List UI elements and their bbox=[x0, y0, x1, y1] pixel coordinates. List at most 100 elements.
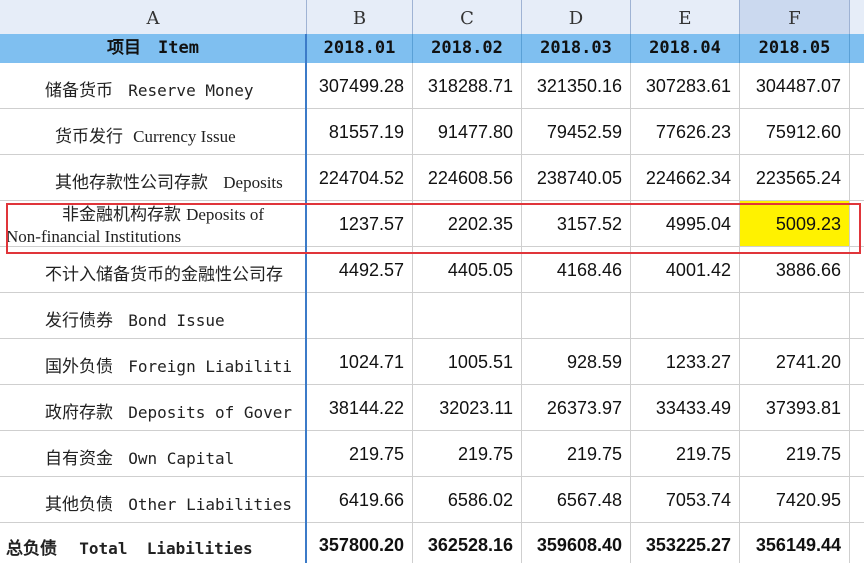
row-label-en: Total Liabilities bbox=[79, 539, 253, 558]
value-cell[interactable]: 219.75 bbox=[631, 431, 740, 476]
value-cell[interactable]: 77626.23 bbox=[631, 109, 740, 154]
value-cell[interactable]: 75912.60 bbox=[740, 109, 850, 154]
row-label-en: Bond Issue bbox=[128, 311, 225, 330]
value-cell[interactable]: 928.59 bbox=[522, 339, 631, 384]
value-cell[interactable]: 4001.42 bbox=[631, 247, 740, 292]
value-cell[interactable]: 26373.97 bbox=[522, 385, 631, 430]
value-cell[interactable] bbox=[522, 293, 631, 338]
value-cell[interactable]: 37393.81 bbox=[740, 385, 850, 430]
value-cell[interactable]: 304487.07 bbox=[740, 63, 850, 108]
row-label-cell[interactable]: 国外负债 Foreign Liabiliti bbox=[0, 339, 307, 384]
row-label-cell[interactable]: 其他存款性公司存款 Deposits bbox=[0, 155, 307, 200]
value-cell[interactable]: 362528.16 bbox=[413, 523, 522, 563]
value-cell[interactable] bbox=[631, 293, 740, 338]
table-row: 非金融机构存款 Deposits of Non-financial Instit… bbox=[0, 201, 864, 247]
value-cell[interactable]: 91477.80 bbox=[413, 109, 522, 154]
value-cell[interactable] bbox=[740, 293, 850, 338]
value-cell[interactable]: 6586.02 bbox=[413, 477, 522, 522]
table-row: 发行债券 Bond Issue bbox=[0, 293, 864, 339]
row-label-cell[interactable]: 不计入储备货币的金融性公司存 bbox=[0, 247, 307, 292]
value-cell[interactable]: 6567.48 bbox=[522, 477, 631, 522]
value-cell[interactable]: 4405.05 bbox=[413, 247, 522, 292]
value-cell[interactable]: 357800.20 bbox=[307, 523, 413, 563]
row-label-en: Foreign Liabiliti bbox=[128, 357, 293, 376]
column-header-e[interactable]: E bbox=[631, 0, 740, 34]
value-cell[interactable]: 219.75 bbox=[413, 431, 522, 476]
row-label-cell[interactable]: 政府存款 Deposits of Gover bbox=[0, 385, 307, 430]
row-label-cell[interactable]: 自有资金 Own Capital bbox=[0, 431, 307, 476]
row-label-cn: 自有资金 bbox=[45, 449, 113, 469]
table-row: 其他存款性公司存款 Deposits 224704.52 224608.56 2… bbox=[0, 155, 864, 201]
period-header-cell[interactable]: 2018.04 bbox=[631, 34, 740, 63]
value-cell[interactable]: 224704.52 bbox=[307, 155, 413, 200]
row-label-cn: 国外负债 bbox=[45, 357, 113, 377]
column-divider bbox=[305, 34, 307, 563]
highlighted-value-cell[interactable]: 5009.23 bbox=[740, 201, 850, 246]
column-header-d[interactable]: D bbox=[522, 0, 631, 34]
row-label-cell[interactable]: 发行债券 Bond Issue bbox=[0, 293, 307, 338]
value-cell[interactable]: 1237.57 bbox=[307, 201, 413, 246]
table-row: 其他负债 Other Liabilities 6419.66 6586.02 6… bbox=[0, 477, 864, 523]
value-cell[interactable]: 32023.11 bbox=[413, 385, 522, 430]
value-cell[interactable]: 2741.20 bbox=[740, 339, 850, 384]
value-cell[interactable]: 219.75 bbox=[522, 431, 631, 476]
value-cell[interactable] bbox=[307, 293, 413, 338]
value-cell[interactable]: 81557.19 bbox=[307, 109, 413, 154]
row-label-cn: 其他存款性公司存款 bbox=[55, 173, 208, 193]
row-label-cell[interactable]: 其他负债 Other Liabilities bbox=[0, 477, 307, 522]
column-header-f[interactable]: F bbox=[740, 0, 850, 34]
value-cell[interactable]: 307499.28 bbox=[307, 63, 413, 108]
value-cell[interactable]: 224662.34 bbox=[631, 155, 740, 200]
header-row: 项目 Item 2018.01 2018.02 2018.03 2018.04 … bbox=[0, 34, 864, 63]
row-label-cell[interactable]: 货币发行 Currency Issue bbox=[0, 109, 307, 154]
period-header-cell[interactable]: 2018.03 bbox=[522, 34, 631, 63]
value-cell[interactable]: 4492.57 bbox=[307, 247, 413, 292]
value-cell[interactable]: 359608.40 bbox=[522, 523, 631, 563]
value-cell[interactable]: 7420.95 bbox=[740, 477, 850, 522]
value-cell[interactable]: 224608.56 bbox=[413, 155, 522, 200]
value-cell[interactable]: 1005.51 bbox=[413, 339, 522, 384]
value-cell[interactable]: 7053.74 bbox=[631, 477, 740, 522]
value-cell[interactable]: 318288.71 bbox=[413, 63, 522, 108]
column-header-c[interactable]: C bbox=[413, 0, 522, 34]
value-cell[interactable]: 1024.71 bbox=[307, 339, 413, 384]
value-cell[interactable]: 79452.59 bbox=[522, 109, 631, 154]
value-cell[interactable]: 2202.35 bbox=[413, 201, 522, 246]
value-cell[interactable]: 223565.24 bbox=[740, 155, 850, 200]
row-label-cn: 其他负债 bbox=[45, 495, 113, 515]
value-cell[interactable]: 4168.46 bbox=[522, 247, 631, 292]
value-cell[interactable]: 356149.44 bbox=[740, 523, 850, 563]
value-cell[interactable]: 321350.16 bbox=[522, 63, 631, 108]
value-cell[interactable]: 1233.27 bbox=[631, 339, 740, 384]
column-header-b[interactable]: B bbox=[307, 0, 413, 34]
period-header-cell[interactable]: 2018.05 bbox=[740, 34, 850, 63]
value-cell[interactable]: 353225.27 bbox=[631, 523, 740, 563]
value-cell[interactable]: 238740.05 bbox=[522, 155, 631, 200]
value-cell[interactable]: 219.75 bbox=[307, 431, 413, 476]
row-label-cell[interactable]: 总负债 Total Liabilities bbox=[0, 523, 307, 563]
value-cell[interactable]: 3157.52 bbox=[522, 201, 631, 246]
value-cell[interactable]: 38144.22 bbox=[307, 385, 413, 430]
value-cell[interactable]: 3886.66 bbox=[740, 247, 850, 292]
row-label-en: Deposits of bbox=[186, 205, 265, 224]
table-row: 自有资金 Own Capital 219.75 219.75 219.75 21… bbox=[0, 431, 864, 477]
table-row-total: 总负债 Total Liabilities 357800.20 362528.1… bbox=[0, 523, 864, 563]
period-header-cell[interactable]: 2018.02 bbox=[413, 34, 522, 63]
value-cell[interactable]: 4995.04 bbox=[631, 201, 740, 246]
value-cell[interactable]: 307283.61 bbox=[631, 63, 740, 108]
table-row: 国外负债 Foreign Liabiliti 1024.71 1005.51 9… bbox=[0, 339, 864, 385]
value-cell[interactable] bbox=[413, 293, 522, 338]
row-label-en: Reserve Money bbox=[128, 81, 254, 100]
row-label-cell[interactable]: 储备货币 Reserve Money bbox=[0, 63, 307, 108]
row-label-cell[interactable]: 非金融机构存款 Deposits of Non-financial Instit… bbox=[0, 201, 307, 246]
column-header-a[interactable]: A bbox=[0, 0, 307, 34]
value-cell[interactable]: 6419.66 bbox=[307, 477, 413, 522]
item-header-cell[interactable]: 项目 Item bbox=[0, 34, 307, 63]
row-label-en: Other Liabilities bbox=[128, 495, 293, 514]
value-cell[interactable]: 33433.49 bbox=[631, 385, 740, 430]
column-headers: A B C D E F bbox=[0, 0, 864, 34]
row-label-cn: 不计入储备货币的金融性公司存 bbox=[45, 265, 283, 285]
period-header-cell[interactable]: 2018.01 bbox=[307, 34, 413, 63]
row-label-cn: 储备货币 bbox=[45, 81, 113, 101]
value-cell[interactable]: 219.75 bbox=[740, 431, 850, 476]
